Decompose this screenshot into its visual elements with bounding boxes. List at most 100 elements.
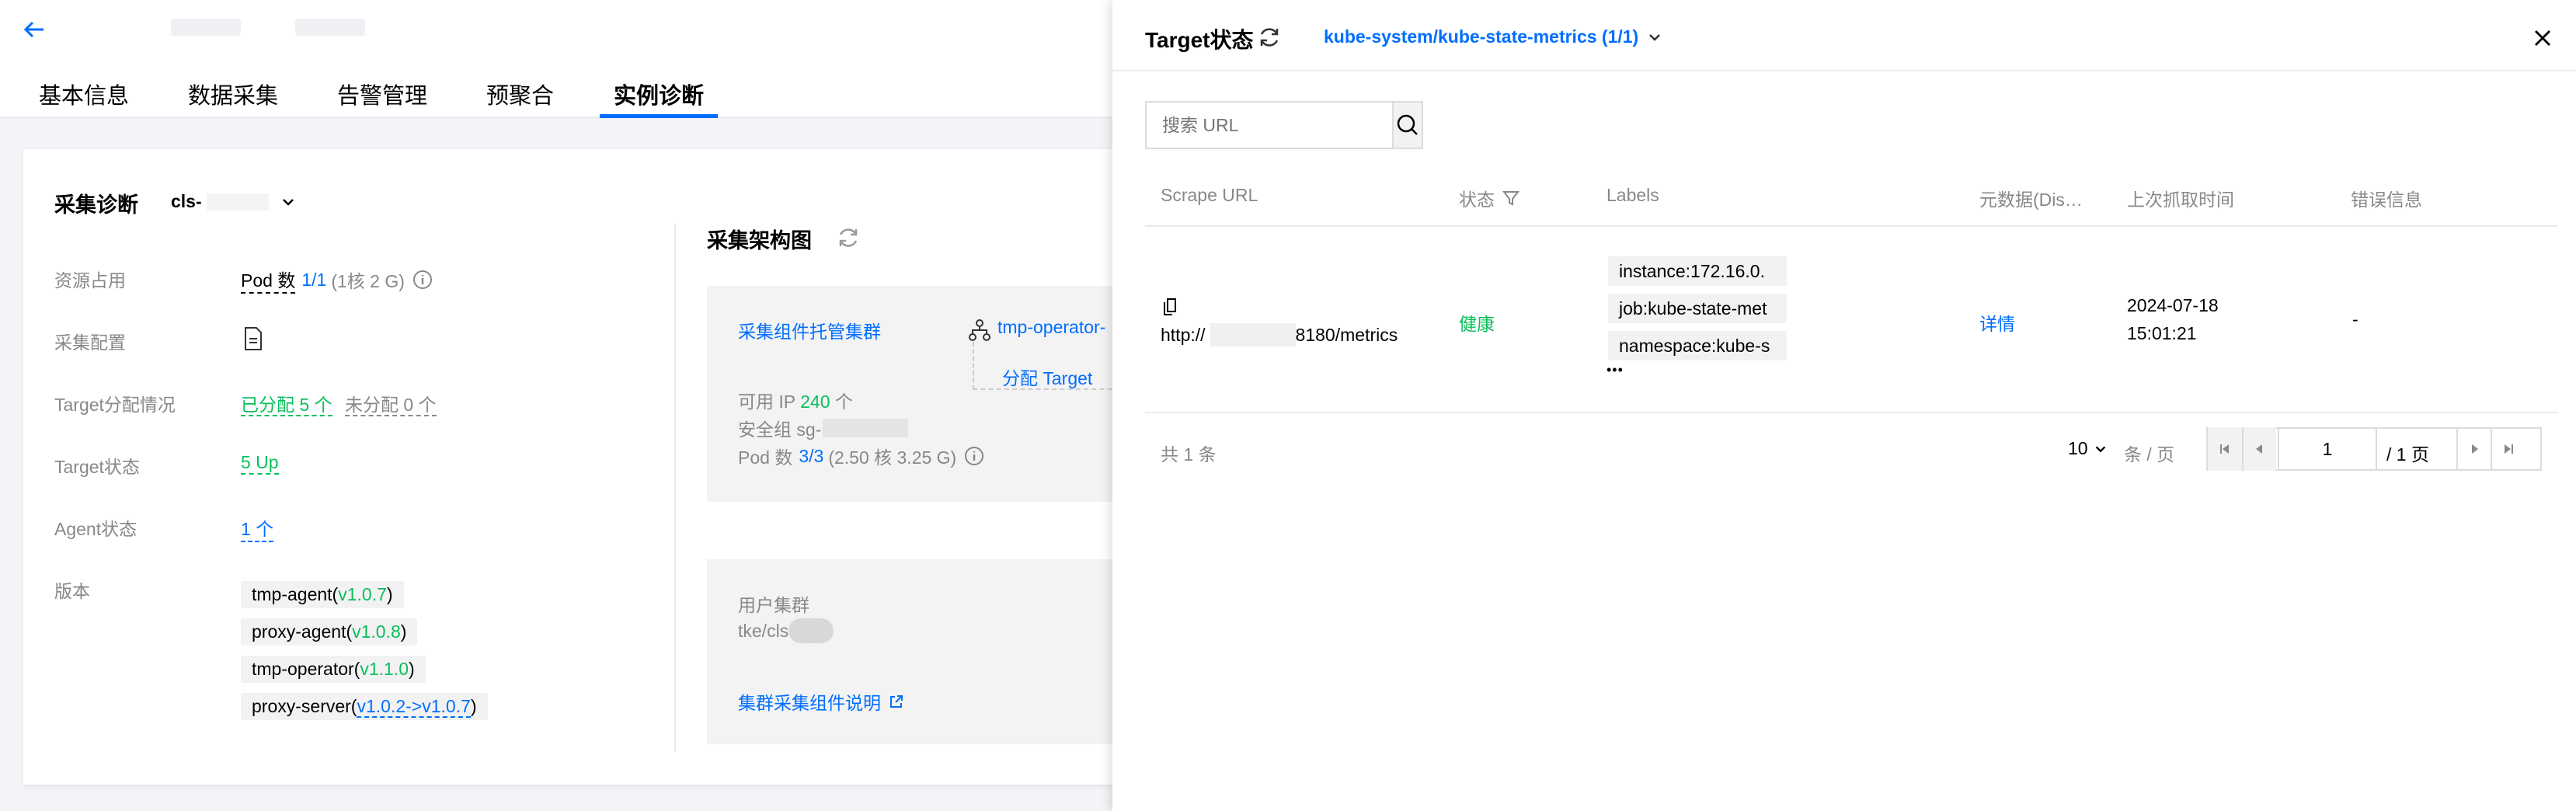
column-header: 上次抓取时间 [2127,190,2234,210]
version-tag: proxy-server(v1.0.2->v1.0.7) [241,693,488,720]
diagnosis-card: 采集诊断 cls- 资源占用 Pod 数 1/1 (1核 2 G) 采集配置 T… [23,149,1128,785]
total-pages: / 1 页 [2386,444,2429,465]
metadata-details-link[interactable]: 详情 [1979,309,2015,336]
security-group-blur [823,419,909,437]
chevron-down-icon [282,198,294,206]
first-page-icon [2220,444,2229,454]
last-scrape-time: 15:01:21 [2127,323,2197,343]
prev-page-button[interactable] [2242,427,2276,471]
arrow-left-icon [23,21,44,38]
prev-page-icon [2256,444,2262,454]
tab-bar: 基本信息 数据采集 告警管理 预聚合 实例诊断 [0,71,1119,118]
cluster-select[interactable]: cls- [171,191,297,212]
url-blur [1210,323,1296,346]
table-row [1145,227,2557,413]
filter-icon[interactable] [1502,190,1519,207]
tab-basic-info[interactable]: 基本信息 [39,78,129,118]
agent-status-value[interactable]: 1 个 [241,514,274,542]
blurred-title [171,19,241,36]
page-size-select[interactable]: 10 [2068,438,2108,459]
user-cluster-box [707,559,1119,744]
operator-link[interactable]: tmp-operator- [997,317,1105,338]
version-label: 版本 [54,581,90,601]
info-icon[interactable] [964,446,984,466]
target-status-drawer: Target状态 kube-system/kube-state-metrics … [1112,0,2576,811]
label-chip: instance:172.16.0. [1608,256,1787,286]
hierarchy-icon [969,319,990,341]
search-button[interactable] [1392,103,1422,148]
search-input[interactable] [1147,103,1392,148]
next-page-button[interactable] [2456,427,2491,471]
pod-detail: (1核 2 G) [331,271,405,291]
resource-label: 资源占用 [54,270,126,291]
version-tag: tmp-operator(v1.1.0) [241,656,426,683]
label-chip: namespace:kube-s [1608,331,1787,360]
close-icon[interactable] [2532,28,2553,48]
assign-target-link[interactable]: 分配 Target [1002,364,1092,390]
tab-data-collection[interactable]: 数据采集 [188,78,278,118]
unassigned-count[interactable]: 未分配 0 个 [344,395,437,416]
refresh-icon[interactable] [836,225,861,250]
doc-link[interactable]: 集群采集组件说明 [738,688,904,715]
tab-pre-aggregation[interactable]: 预聚合 [486,78,554,118]
column-header[interactable]: 状态 [1459,185,1519,211]
cluster-blur [206,193,269,211]
error-info: - [2352,309,2358,329]
first-page-button[interactable] [2208,427,2242,471]
version-tag: proxy-agent(v1.0.8) [241,618,418,646]
available-ip: 可用 IP 240 个 [738,392,853,412]
target-dist-label: Target分配情况 [54,395,176,415]
version-upgrade-link[interactable]: v1.0.2->v1.0.7 [357,696,471,718]
refresh-icon[interactable] [1257,25,1282,50]
total-count: 共 1 条 [1161,444,1217,465]
external-link-icon [890,695,903,708]
config-label: 采集配置 [54,332,126,353]
health-status: 健康 [1459,314,1495,334]
last-scrape-date: 2024-07-18 [2127,295,2219,315]
blurred-subtitle [295,19,365,36]
page-input[interactable] [2278,429,2377,469]
target-status-value[interactable]: 5 Up [241,452,279,475]
cluster-value: cls- [171,191,202,211]
label-chip: job:kube-state-met [1608,294,1787,323]
pod-count-value[interactable]: 1/1 [301,270,326,291]
info-icon[interactable] [413,270,433,290]
architecture-title: 采集架构图 [707,229,812,252]
tab-instance-diagnosis[interactable]: 实例诊断 [600,78,719,118]
table-header [1145,163,2557,227]
copy-icon[interactable] [1162,297,1181,317]
version-tag: tmp-agent(v1.0.7) [241,581,404,608]
target-selector[interactable]: kube-system/kube-state-metrics (1/1) [1324,26,1663,47]
chevron-down-icon [2095,445,2105,452]
arch-pod-count: Pod 数 3/3 (2.50 核 3.25 G) [738,443,984,469]
pod-count-label[interactable]: Pod 数 [241,266,296,294]
drawer-header: Target状态 kube-system/kube-state-metrics … [1112,0,2576,71]
vertical-divider [674,224,676,752]
search-box [1145,101,1423,149]
security-group: 安全组 sg- [738,415,909,441]
tab-alert-management[interactable]: 告警管理 [337,78,427,118]
target-status-label: Target状态 [54,457,140,477]
chevron-down-icon [1649,33,1661,41]
agent-status-label: Agent状态 [54,519,138,539]
last-page-button[interactable] [2491,427,2525,471]
next-page-icon [2472,444,2478,454]
user-cluster-label: 用户集群 [738,595,809,615]
managed-cluster-link[interactable]: 采集组件托管集群 [738,317,881,343]
more-labels-button[interactable]: • • • [1607,362,1623,378]
column-header: 错误信息 [2351,190,2422,210]
drawer-title: Target状态 [1145,28,1254,52]
column-header: 元数据(Dis… [1979,190,2083,210]
column-header: Scrape URL [1161,185,1258,205]
file-icon[interactable] [242,326,264,351]
search-icon [1397,114,1418,135]
diagnosis-title: 采集诊断 [54,193,138,217]
scrape-url: http:// 8180/metrics [1161,323,1398,346]
per-page-label: 条 / 页 [2124,444,2175,465]
user-cluster-blur [788,618,834,643]
back-button[interactable] [22,17,50,45]
target-dist-value: 已分配 5 个 未分配 0 个 [241,390,437,416]
last-page-icon [2505,444,2513,454]
resource-value: Pod 数 1/1 (1核 2 G) [241,266,433,294]
assigned-count[interactable]: 已分配 5 个 [241,395,332,416]
